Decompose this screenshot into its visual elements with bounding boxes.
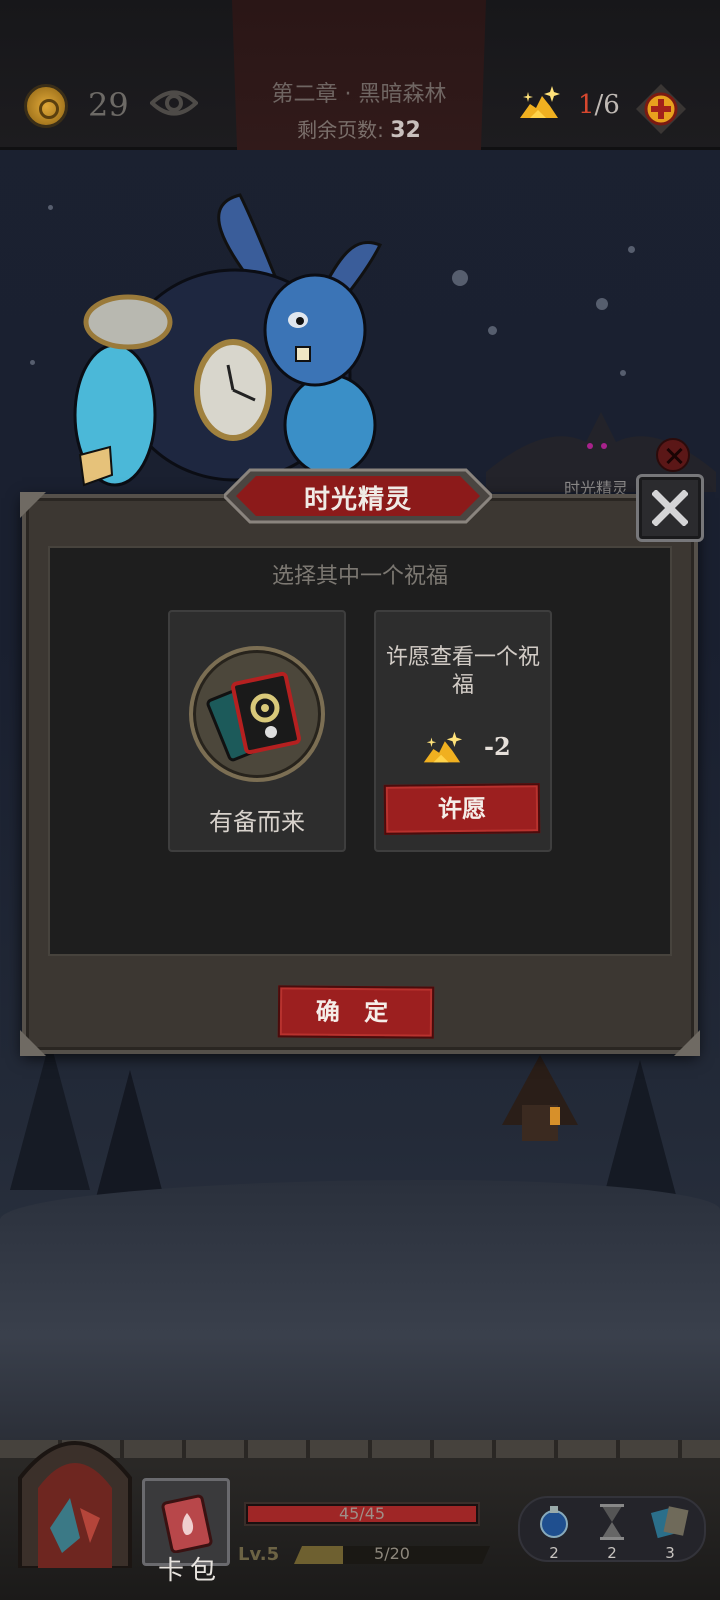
- close-icon: [652, 490, 688, 526]
- hourglass-icon[interactable]: [592, 1504, 632, 1540]
- cards-icon[interactable]: [650, 1504, 690, 1540]
- hut-icon: [502, 1055, 578, 1141]
- potion-icon[interactable]: [534, 1504, 574, 1540]
- close-button[interactable]: [636, 474, 704, 542]
- wish-counter: 1/6: [578, 90, 620, 120]
- remaining-pages-value: 32: [390, 118, 421, 143]
- blessing-medal: [189, 646, 325, 782]
- chapter-title: 第二章 · 黑暗森林: [271, 82, 447, 107]
- enemy-close-icon: [656, 438, 690, 472]
- confirm-button[interactable]: 确 定: [277, 985, 435, 1039]
- add-wish-button[interactable]: [636, 84, 686, 134]
- wish-description: 许愿查看一个祝福: [385, 645, 540, 698]
- gold-pile-icon: [520, 86, 560, 118]
- wish-total: /6: [594, 90, 620, 120]
- potion-count: 2: [549, 1544, 559, 1562]
- cards-count: 3: [665, 1544, 675, 1562]
- dialog-inner-panel: [48, 546, 672, 956]
- blessing-card[interactable]: 有备而来: [168, 610, 346, 852]
- wish-button[interactable]: 许愿: [383, 783, 541, 835]
- player-level: Lv.5: [238, 1544, 280, 1565]
- coin-icon: [24, 84, 68, 128]
- coin-count: 29: [88, 86, 129, 124]
- card-pack-icon: [161, 1494, 213, 1553]
- hourglass-count: 2: [607, 1544, 617, 1562]
- gold-pile-icon: [423, 731, 463, 763]
- hero-portrait[interactable]: [10, 1418, 140, 1568]
- deck-label: 卡包: [157, 1556, 222, 1586]
- time-spirit-monster: [73, 193, 383, 487]
- remaining-pages-label: 剩余页数:: [297, 118, 384, 142]
- card-deck-icon: [206, 671, 301, 762]
- wish-current: 1: [578, 90, 595, 120]
- wish-card: 许愿查看一个祝福 -2 许愿: [374, 610, 552, 852]
- remaining-pages: 剩余页数: 32: [232, 114, 486, 143]
- eye-icon[interactable]: [150, 86, 198, 120]
- choose-prompt: 选择其中一个祝福: [271, 564, 448, 589]
- blessing-name: 有备而来: [209, 808, 305, 836]
- dialog-title: 时光精灵: [303, 485, 412, 515]
- hp-text: 45/45: [338, 1504, 386, 1523]
- wish-cost: -2: [484, 732, 511, 761]
- xp-text: 5/20: [374, 1544, 410, 1563]
